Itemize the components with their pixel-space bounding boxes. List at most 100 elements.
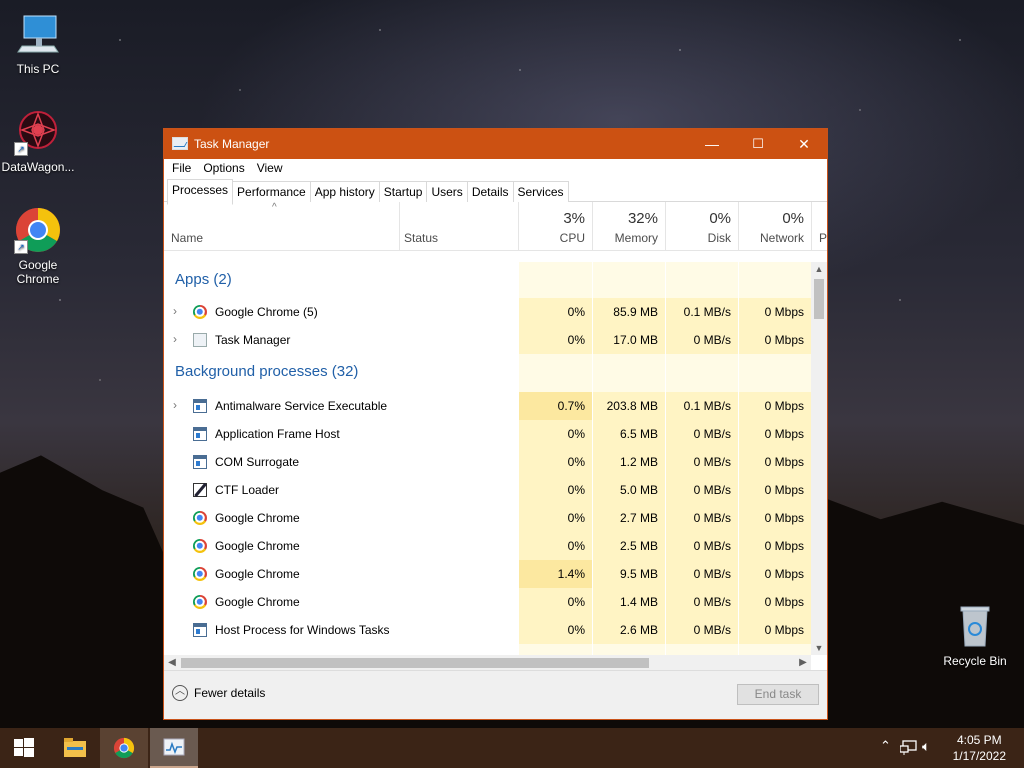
horizontal-scroll-thumb[interactable] [181,658,649,668]
file-explorer-icon [64,738,86,757]
process-row[interactable]: 0% 1.4 MB 0 MB/s 0 Mbps Google Chrome [164,588,811,616]
chrome-icon [193,305,207,319]
process-row[interactable]: 1.4% 9.5 MB 0 MB/s 0 Mbps Google Chrome [164,560,811,588]
tab-services[interactable]: Services [512,181,569,202]
fewer-details-button[interactable]: ︿ Fewer details [172,685,265,701]
column-header-disk[interactable]: 0% Disk [666,202,738,250]
menu-view[interactable]: View [251,159,289,179]
process-cpu-value: 0.7% [519,392,592,420]
window-title: Task Manager [194,137,270,151]
chrome-icon [193,595,207,609]
heat-cell-blank [593,644,665,655]
tab-startup[interactable]: Startup [378,181,428,202]
process-row[interactable]: 0.7% 203.8 MB 0.1 MB/s 0 Mbps › Antimalware S… [164,392,811,420]
process-disk-value: 0 MB/s [666,476,738,504]
group-header[interactable]: Apps (2) [175,271,232,288]
process-disk-value: 0 MB/s [666,504,738,532]
task-manager-window: Task Manager — ☐ ✕ File Options View Pro… [163,128,828,720]
column-header-cpu[interactable]: 3% CPU [519,202,592,250]
process-cpu-value: 0% [519,326,592,354]
scroll-down-arrow-icon[interactable]: ▼ [811,643,827,653]
taskbar-task-manager[interactable] [150,728,198,768]
column-header-name[interactable]: Name [164,202,399,250]
process-row[interactable]: 0% 17.0 MB 0 MB/s 0 Mbps › Task Manager [164,326,811,354]
column-label-status: Status [404,231,439,245]
heat-cell-blank [666,262,738,298]
task-manager-icon [193,333,207,347]
close-button[interactable]: ✕ [781,129,827,159]
process-cpu-value: 0% [519,448,592,476]
process-memory-value: 5.0 MB [593,476,665,504]
process-row[interactable]: 0% 6.5 MB 0 MB/s 0 Mbps Application Frame Ho… [164,420,811,448]
process-cpu-value: 0% [519,616,592,644]
maximize-button[interactable]: ☐ [735,129,781,159]
process-row[interactable]: 0% 1.2 MB 0 MB/s 0 Mbps COM Surrogate [164,448,811,476]
tab-details[interactable]: Details [466,181,514,202]
desktop-icon-recycle-bin[interactable]: Recycle Bin [937,602,1013,668]
process-name: Host Process for Windows Tasks [215,623,390,637]
tab-app-history[interactable]: App history [309,181,380,202]
desktop-icon-google-chrome[interactable]: ↗ Google Chrome [0,206,76,286]
process-disk-value: 0 MB/s [666,616,738,644]
chrome-icon [193,511,207,525]
process-row[interactable]: 0% 2.5 MB 0 MB/s 0 Mbps Google Chrome [164,532,811,560]
process-row[interactable]: 0% 5.0 MB 0 MB/s 0 Mbps CTF Loader [164,476,811,504]
expand-chevron-icon[interactable]: › [173,398,177,412]
taskbar-google-chrome[interactable] [100,728,148,768]
process-row[interactable]: 0% 2.6 MB 0 MB/s 0 Mbps Host Process for Win… [164,616,811,644]
column-header-status[interactable]: Status [400,202,518,250]
column-header-power[interactable]: P [812,202,827,250]
vertical-scroll-thumb[interactable] [814,279,824,319]
group-header[interactable]: Background processes (32) [175,363,358,380]
menu-file[interactable]: File [166,159,197,179]
process-memory-value: 6.5 MB [593,420,665,448]
process-icon [193,455,207,469]
heat-cell-blank [519,262,592,298]
end-task-button[interactable]: End task [737,684,819,705]
clock-time: 4:05 PM [956,733,1002,747]
menu-options[interactable]: Options [197,159,250,179]
scroll-up-arrow-icon[interactable]: ▲ [811,264,827,274]
process-icon [193,623,207,637]
process-disk-value: 0.1 MB/s [666,392,738,420]
minimize-button[interactable]: — [689,129,735,159]
process-disk-value: 0.1 MB/s [666,298,738,326]
process-network-value: 0 Mbps [739,298,811,326]
show-hidden-icons-icon[interactable]: ⌃ [880,738,891,754]
title-bar[interactable]: Task Manager — ☐ ✕ [164,129,827,159]
process-network-value: 0 Mbps [739,504,811,532]
column-label-memory: Memory [614,231,658,245]
menu-bar: File Options View [164,159,827,179]
tab-processes[interactable]: Processes [167,179,234,205]
desktop-icon-label: Google Chrome [16,258,60,286]
scroll-left-arrow-icon[interactable]: ◀ [164,655,180,671]
window-footer: ︿ Fewer details End task [164,670,827,719]
taskbar-file-explorer[interactable] [51,728,99,768]
tab-performance[interactable]: Performance [232,181,311,202]
tab-bar: Processes Performance App history Startu… [164,179,827,205]
vertical-scrollbar[interactable]: ▲ ▼ [811,262,827,655]
column-header-memory[interactable]: 32% Memory [593,202,665,250]
process-name: Google Chrome (5) [215,305,318,319]
desktop-icon-label: Recycle Bin [943,654,1007,668]
start-button[interactable] [0,728,48,768]
scroll-right-arrow-icon[interactable]: ▶ [795,655,811,671]
expand-chevron-icon[interactable]: › [173,304,177,318]
horizontal-scrollbar[interactable]: ◀ ▶ [164,655,811,671]
chevron-up-icon: ︿ [172,685,188,701]
network-icon[interactable] [900,740,918,756]
process-name: Task Manager [215,333,291,347]
expand-chevron-icon[interactable]: › [173,332,177,346]
column-label-network: Network [759,231,804,245]
desktop-icon-datawagon[interactable]: ↗ DataWagon... [0,108,76,174]
clock[interactable]: 4:05 PM 1/17/2022 [953,732,1006,764]
process-memory-value: 203.8 MB [593,392,665,420]
column-header-network[interactable]: 0% Network [739,202,811,250]
process-row[interactable]: 0% 85.9 MB 0.1 MB/s 0 Mbps › Google Chrome (5… [164,298,811,326]
process-row[interactable]: 0% 2.7 MB 0 MB/s 0 Mbps Google Chrome [164,504,811,532]
heat-cell-blank [519,644,592,655]
tab-users[interactable]: Users [426,181,468,202]
desktop-icon-this-pc[interactable]: This PC [0,10,76,76]
process-network-value: 0 Mbps [739,616,811,644]
volume-icon[interactable]: 🔈︎ [922,738,930,755]
